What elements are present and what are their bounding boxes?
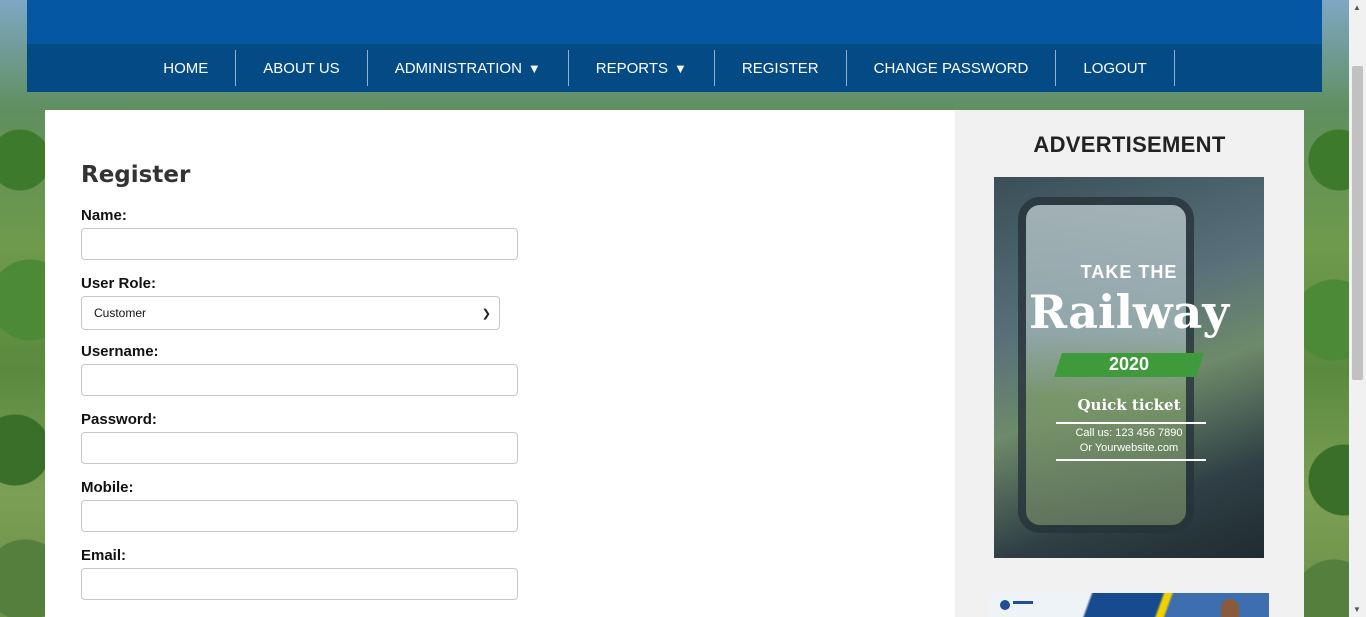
nav-item-about-us[interactable]: ABOUT US — [236, 50, 368, 86]
page-scrollbar[interactable]: ▲ ▼ — [1349, 0, 1366, 617]
nav-item-label: REGISTER — [741, 59, 819, 77]
nav-item-label: CHANGE PASSWORD — [873, 59, 1029, 77]
dropdown-arrow-icon: ▼ — [674, 60, 687, 76]
ad-divider — [1056, 422, 1206, 424]
user-role-select[interactable]: Customer ❯ — [81, 296, 500, 330]
ad-website: Or Yourwebsite.com — [1079, 442, 1179, 454]
name-label: Name: — [81, 207, 127, 224]
email-field[interactable] — [81, 568, 518, 600]
name-field[interactable] — [81, 228, 518, 260]
scroll-down-arrow-icon[interactable]: ▼ — [1353, 605, 1361, 614]
nav-item-label: ABOUT US — [263, 59, 340, 77]
person-image — [1221, 599, 1239, 617]
ad-tagline: Quick ticket — [1077, 396, 1181, 414]
advertisement-title: ADVERTISEMENT — [1033, 132, 1226, 157]
ad-line-1: TAKE THE — [1080, 262, 1178, 282]
ad-phone: Call us: 123 456 7890 — [1075, 427, 1183, 439]
nav-item-label: REPORTS — [595, 59, 669, 77]
nav-item-administration[interactable]: ADMINISTRATION ▼ — [368, 50, 569, 86]
user-role-label: User Role: — [81, 275, 157, 292]
scrollbar-thumb[interactable] — [1352, 66, 1363, 380]
username-label: Username: — [81, 343, 159, 360]
nav-item-reports[interactable]: REPORTS ▼ — [569, 50, 715, 86]
second-ad-banner[interactable] — [990, 593, 1269, 617]
nav-item-register[interactable]: REGISTER — [715, 50, 847, 86]
scroll-up-arrow-icon[interactable]: ▲ — [1353, 3, 1361, 12]
password-field[interactable] — [81, 432, 518, 464]
background-trees-left — [0, 100, 50, 617]
password-label: Password: — [81, 411, 157, 428]
nav-item-home[interactable]: HOME — [136, 50, 237, 86]
nav-item-label: ADMINISTRATION — [394, 59, 522, 77]
ad-year: 2020 — [1108, 354, 1150, 374]
nav-item-change-password[interactable]: CHANGE PASSWORD — [847, 50, 1057, 86]
register-panel: Register Name: User Role: Customer ❯ Use… — [45, 110, 955, 617]
nav-list: HOME ABOUT US ADMINISTRATION ▼ REPORTS ▼ R… — [136, 44, 1175, 92]
advertisement-sidebar: ADVERTISEMENT TAKE THE Railway 2020 Quic… — [955, 110, 1304, 617]
dropdown-arrow-icon: ▼ — [527, 60, 541, 76]
header-banner — [27, 0, 1322, 44]
mobile-label: Mobile: — [81, 479, 134, 496]
page-title: Register — [81, 162, 191, 188]
logo-wordmark — [1013, 601, 1033, 604]
bank-logo-icon — [1000, 600, 1010, 610]
ad-headline: Railway — [1028, 285, 1230, 339]
main-nav: HOME ABOUT US ADMINISTRATION ▼ REPORTS ▼ R… — [27, 44, 1322, 92]
railway-ad-banner[interactable]: TAKE THE Railway 2020 Quick ticket Call … — [994, 177, 1264, 558]
username-field[interactable] — [81, 364, 518, 396]
chevron-down-icon: ❯ — [481, 307, 491, 320]
email-label: Email: — [81, 547, 127, 564]
nav-item-logout[interactable]: LOGOUT — [1056, 50, 1175, 86]
mobile-field[interactable] — [81, 500, 518, 532]
ad-divider — [1056, 459, 1206, 461]
user-role-selected-value: Customer — [94, 306, 147, 320]
nav-item-label: LOGOUT — [1083, 59, 1147, 77]
nav-item-label: HOME — [163, 59, 209, 77]
